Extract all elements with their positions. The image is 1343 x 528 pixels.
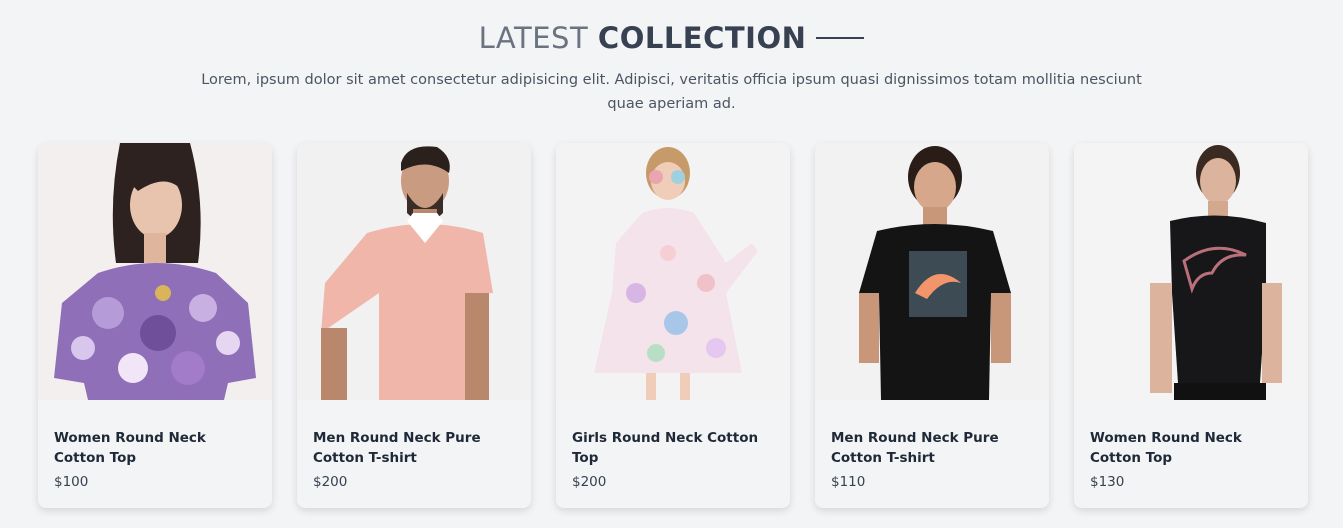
product-price: $130 (1090, 474, 1125, 490)
product-card[interactable]: Women Round Neck Cotton Top $130 (1074, 143, 1308, 508)
product-image[interactable] (38, 143, 272, 400)
product-price: $200 (572, 474, 607, 490)
product-card[interactable]: Men Round Neck Pure Cotton T-shirt $200 (297, 143, 531, 508)
product-image[interactable] (556, 143, 790, 400)
product-card[interactable]: Men Round Neck Pure Cotton T-shirt $110 (815, 143, 1049, 508)
product-name[interactable]: Men Round Neck Pure Cotton T-shirt (313, 428, 515, 468)
product-price: $110 (831, 474, 866, 490)
title-underline (816, 37, 865, 39)
product-card[interactable]: Girls Round Neck Cotton Top $200 (556, 143, 790, 508)
title-light: LATEST (478, 21, 589, 55)
product-grid: Women Round Neck Cotton Top $100 Men Rou… (38, 143, 1308, 508)
product-name[interactable]: Girls Round Neck Cotton Top (572, 428, 774, 468)
product-image[interactable] (297, 143, 531, 400)
title-bold: COLLECTION (597, 21, 807, 55)
product-price: $100 (54, 474, 89, 490)
product-name[interactable]: Women Round Neck Cotton Top (1090, 428, 1292, 468)
section-subtitle: Lorem, ipsum dolor sit amet consectetur … (201, 72, 1142, 112)
product-name[interactable]: Women Round Neck Cotton Top (54, 428, 256, 468)
section-title: LATEST COLLECTION (479, 18, 807, 58)
latest-collection-section: LATEST COLLECTION Lorem, ipsum dolor sit… (0, 0, 1343, 528)
product-name[interactable]: Men Round Neck Pure Cotton T-shirt (831, 428, 1033, 468)
product-card[interactable]: Women Round Neck Cotton Top $100 (38, 143, 272, 508)
product-price: $200 (313, 474, 348, 490)
product-image[interactable] (815, 143, 1049, 400)
product-image[interactable] (1074, 143, 1308, 400)
section-title-row: LATEST COLLECTION (0, 18, 1343, 58)
